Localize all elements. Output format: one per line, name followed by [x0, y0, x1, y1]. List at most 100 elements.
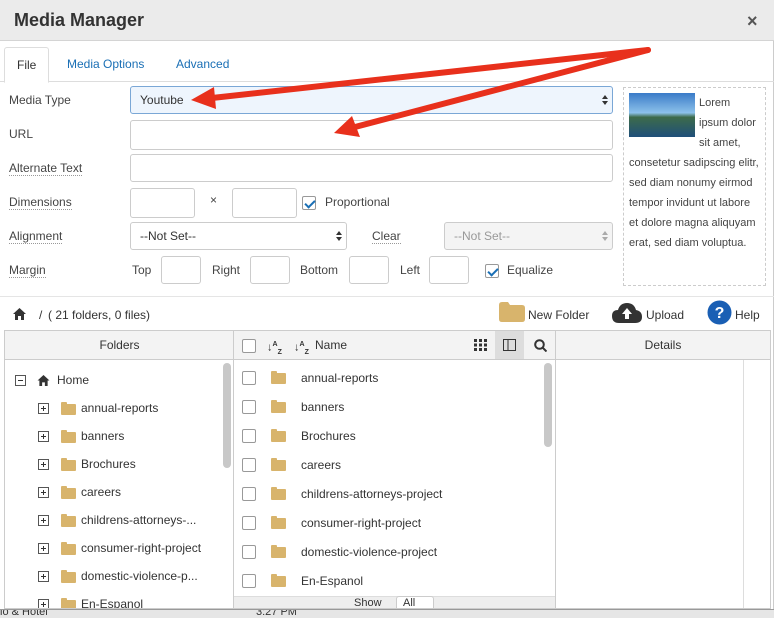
tree-item[interactable]: careers [13, 478, 213, 506]
tree-item[interactable]: Brochures [13, 450, 213, 478]
expand-icon[interactable] [38, 571, 49, 582]
folder-icon [271, 371, 286, 384]
home-icon[interactable] [13, 308, 26, 320]
alt-text-label: Alternate Text [9, 161, 83, 176]
tree-item-label: consumer-right-project [81, 541, 202, 555]
folder-icon [271, 458, 286, 471]
upload-button[interactable]: Upload [612, 300, 692, 328]
tree-item[interactable]: En-Espanol [13, 590, 213, 608]
sort-icon[interactable]: ↓AZ [267, 331, 282, 367]
file-row-label: childrens-attorneys-project [301, 487, 443, 501]
cloud-upload-icon [612, 303, 642, 323]
margin-right-input[interactable] [250, 256, 290, 284]
show-select[interactable]: All [396, 596, 434, 608]
details-pane: Details [556, 331, 770, 608]
select-caret-icon [602, 231, 608, 242]
folder-icon [61, 598, 76, 608]
expand-icon[interactable] [38, 403, 49, 414]
name-column-header[interactable]: Name [315, 331, 347, 359]
folder-icon [61, 430, 76, 443]
margin-top-input[interactable] [161, 256, 201, 284]
select-all-checkbox[interactable] [242, 339, 256, 353]
url-label: URL [9, 127, 34, 141]
alignment-value: --Not Set-- [140, 229, 197, 243]
margin-bottom-label: Bottom [300, 263, 339, 277]
margin-left-input[interactable] [429, 256, 469, 284]
svg-text:?: ? [715, 305, 725, 322]
new-folder-button[interactable]: New Folder [497, 300, 592, 328]
tab-file[interactable]: File [4, 47, 50, 83]
details-view-button[interactable] [495, 331, 524, 359]
file-row-checkbox[interactable] [242, 429, 256, 443]
tab-bar: File Media Options Advanced [0, 47, 774, 83]
file-row[interactable]: banners [234, 393, 539, 421]
clear-label: Clear [372, 229, 401, 244]
taskbar-window-label[interactable]: io & Hotel [0, 610, 48, 618]
media-type-select[interactable]: Youtube [130, 86, 613, 114]
url-input[interactable] [130, 120, 613, 150]
expand-icon[interactable] [38, 431, 49, 442]
browser-panes: Folders Home annual-reports banners Brochu… [4, 330, 771, 609]
file-row[interactable]: annual-reports [234, 364, 539, 392]
media-type-value: Youtube [140, 93, 184, 107]
columns-view-icon [503, 339, 516, 351]
file-row-checkbox[interactable] [242, 516, 256, 530]
folder-icon [61, 514, 76, 527]
tree-item-label: annual-reports [81, 401, 159, 415]
file-row-checkbox[interactable] [242, 545, 256, 559]
tree-item[interactable]: annual-reports [13, 394, 213, 422]
margin-label: Margin [9, 263, 46, 278]
equalize-checkbox[interactable] [485, 264, 499, 278]
folder-icon [61, 402, 76, 415]
alignment-label: Alignment [9, 229, 63, 244]
folder-icon [61, 570, 76, 583]
file-row[interactable]: domestic-violence-project [234, 538, 539, 566]
folder-icon [61, 458, 76, 471]
collapse-icon[interactable] [15, 375, 26, 386]
tree-item[interactable]: domestic-violence-p... [13, 562, 213, 590]
sort-name-icon[interactable]: ↓AZ [294, 331, 309, 367]
file-row-checkbox[interactable] [242, 487, 256, 501]
file-row[interactable]: consumer-right-project [234, 509, 539, 537]
path-info: ( 21 folders, 0 files) [48, 308, 151, 322]
expand-icon[interactable] [38, 459, 49, 470]
tree-item[interactable]: banners [13, 422, 213, 450]
file-row-checkbox[interactable] [242, 574, 256, 588]
close-icon[interactable]: × [747, 11, 758, 32]
clear-select[interactable]: --Not Set-- [444, 222, 613, 250]
expand-icon[interactable] [38, 543, 49, 554]
margin-bottom-input[interactable] [349, 256, 389, 284]
tree-item[interactable]: childrens-attorneys-... [13, 506, 213, 534]
height-input[interactable] [232, 188, 297, 218]
tree-home[interactable]: Home [13, 366, 213, 394]
file-row-label: Brochures [301, 429, 356, 443]
width-input[interactable] [130, 188, 195, 218]
upload-label: Upload [646, 308, 685, 322]
tab-media-options[interactable]: Media Options [55, 47, 156, 82]
tree-item-label: banners [81, 429, 125, 443]
expand-icon[interactable] [38, 487, 49, 498]
help-button[interactable]: ? Help [706, 299, 766, 327]
proportional-checkbox[interactable] [302, 196, 316, 210]
file-row-checkbox[interactable] [242, 400, 256, 414]
file-row-checkbox[interactable] [242, 458, 256, 472]
tab-advanced[interactable]: Advanced [164, 47, 241, 82]
grid-view-icon[interactable] [474, 339, 487, 351]
file-row[interactable]: Brochures [234, 422, 539, 450]
alt-text-input[interactable] [130, 154, 613, 182]
file-row[interactable]: careers [234, 451, 539, 479]
tree-home-label: Home [57, 373, 90, 387]
folders-scrollbar[interactable] [223, 363, 231, 468]
files-pane: ↓AZ ↓AZ Name annual-reports banners Brochu… [234, 331, 556, 608]
select-caret-icon [602, 95, 608, 106]
file-row[interactable]: childrens-attorneys-project [234, 480, 539, 508]
file-row[interactable]: En-Espanol [234, 567, 539, 595]
expand-icon[interactable] [38, 599, 49, 608]
search-icon[interactable] [534, 339, 547, 352]
alignment-select[interactable]: --Not Set-- [130, 222, 347, 250]
file-row-checkbox[interactable] [242, 371, 256, 385]
expand-icon[interactable] [38, 515, 49, 526]
equalize-label: Equalize [507, 263, 554, 277]
tree-item[interactable]: consumer-right-project [13, 534, 213, 562]
files-scrollbar[interactable] [544, 363, 552, 447]
